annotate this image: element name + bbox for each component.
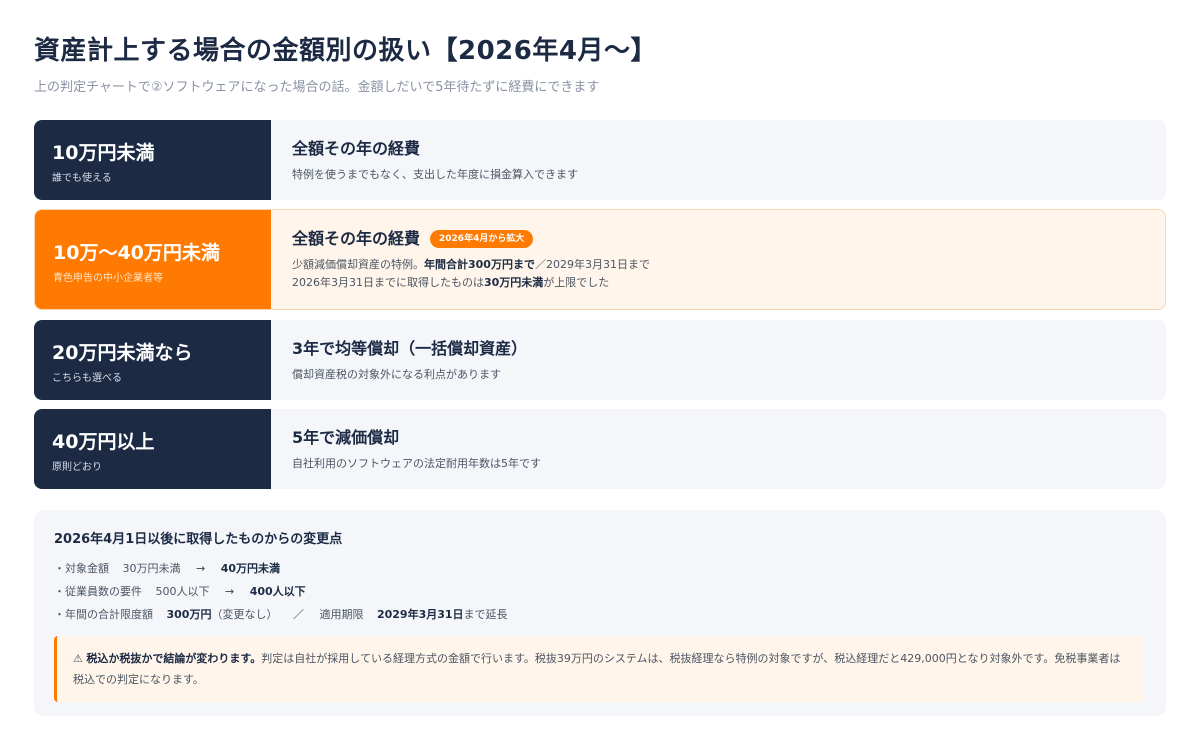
tier-description: 償却資産税の対象外になる利点があります xyxy=(292,368,501,381)
tier-heading: 5年で減価償却 xyxy=(292,428,400,447)
tier-detail-cell: 全額その年の経費 特例を使うまでもなく、支出した年度に損金算入できます xyxy=(271,120,578,200)
change-label: ・対象金額 xyxy=(54,562,109,575)
tier-row-10man-to-40man: 10万〜40万円未満 青色申告の中小企業者等 全額その年の経費 2026年4月か… xyxy=(34,209,1166,310)
warning-emphasis: 税込か税抜かで結論が変わります。 xyxy=(86,652,262,665)
change-label: ・年間の合計限度額 xyxy=(54,608,153,621)
tier-amount: 10万〜40万円未満 xyxy=(53,242,220,264)
tier-description-line-1: 少額減価償却資産の特例。年間合計300万円まで／2029年3月31日まで xyxy=(292,256,650,274)
page-subtitle: 上の判定チャートで②ソフトウェアになった場合の話。金額しだいで5年待たずに経費に… xyxy=(34,80,600,95)
changes-list: ・対象金額 30万円未満 → 40万円未満 ・従業員数の要件 500人以下 → … xyxy=(54,557,1146,626)
period-tail: まで延長 xyxy=(463,608,508,621)
period-label: 適用期限 xyxy=(319,608,364,621)
desc-text: 2026年3月31日までに取得したものは xyxy=(292,276,484,289)
change-label: ・従業員数の要件 xyxy=(54,585,142,598)
annual-limit: 年間合計300万円まで xyxy=(424,258,535,271)
warning-icon: ⚠ xyxy=(73,652,83,665)
change-new-value: 400人以下 xyxy=(249,585,306,598)
desc-text: が上限でした xyxy=(543,276,610,289)
tier-note: こちらも選べる xyxy=(52,373,122,384)
tier-detail-cell: 5年で減価償却 自社利用のソフトウェアの法定耐用年数は5年です xyxy=(271,409,541,489)
tier-note: 青色申告の中小企業者等 xyxy=(53,273,163,284)
tier-amount-cell: 10万〜40万円未満 青色申告の中小企業者等 xyxy=(35,210,271,309)
tier-note: 誰でも使える xyxy=(52,173,112,184)
period-value: 2029年3月31日 xyxy=(376,608,464,621)
arrow-icon: → xyxy=(225,585,235,598)
tier-description: 自社利用のソフトウェアの法定耐用年数は5年です xyxy=(292,457,541,470)
changes-title: 2026年4月1日以後に取得したものからの変更点 xyxy=(54,532,343,547)
tier-amount-cell: 10万円未満 誰でも使える xyxy=(34,120,271,200)
annual-limit-note: （変更なし） xyxy=(211,608,278,621)
tier-detail-cell: 全額その年の経費 2026年4月から拡大 少額減価償却資産の特例。年間合計300… xyxy=(271,210,650,309)
tier-row-under-10man: 10万円未満 誰でも使える 全額その年の経費 特例を使うまでもなく、支出した年度… xyxy=(34,120,1166,200)
tier-amount: 10万円未満 xyxy=(52,142,155,164)
page-title: 資産計上する場合の金額別の扱い【2026年4月〜】 xyxy=(34,36,657,66)
tier-note: 原則どおり xyxy=(52,462,102,473)
tier-description: 特例を使うまでもなく、支出した年度に損金算入できます xyxy=(292,168,578,181)
tax-warning-callout: ⚠ 税込か税抜かで結論が変わります。判定は自社が採用している経理方式の金額で行い… xyxy=(54,636,1144,702)
tier-heading: 全額その年の経費 xyxy=(292,139,421,158)
annual-limit-value: 300万円 xyxy=(166,608,212,621)
desc-text: ／2029年3月31日まで xyxy=(534,258,650,271)
tier-amount: 40万円以上 xyxy=(52,431,155,453)
tier-description: 少額減価償却資産の特例。年間合計300万円まで／2029年3月31日まで 202… xyxy=(292,256,650,292)
arrow-icon: → xyxy=(196,562,206,575)
tier-heading: 3年で均等償却（一括償却資産） xyxy=(292,339,528,358)
tier-detail-cell: 3年で均等償却（一括償却資産） 償却資産税の対象外になる利点があります xyxy=(271,320,527,400)
tier-row-40man-and-over: 40万円以上 原則どおり 5年で減価償却 自社利用のソフトウェアの法定耐用年数は… xyxy=(34,409,1166,489)
change-old-value: 30万円未満 xyxy=(122,562,181,575)
tier-amount-cell: 20万円未満なら こちらも選べる xyxy=(34,320,271,400)
change-new-value: 40万円未満 xyxy=(220,562,281,575)
tier-amount: 20万円未満なら xyxy=(52,342,193,364)
change-item-annual-limit: ・年間の合計限度額 300万円（変更なし） ／ 適用期限 2029年3月31日ま… xyxy=(54,603,1146,626)
tier-heading-wrap: 全額その年の経費 2026年4月から拡大 xyxy=(292,228,650,250)
changes-panel: 2026年4月1日以後に取得したものからの変更点 ・対象金額 30万円未満 → … xyxy=(34,510,1166,716)
desc-text: 少額減価償却資産の特例。 xyxy=(292,258,424,271)
change-item-employees: ・従業員数の要件 500人以下 → 400人以下 xyxy=(54,580,1146,603)
tier-description-line-2: 2026年3月31日までに取得したものは30万円未満が上限でした xyxy=(292,274,650,292)
change-item-amount: ・対象金額 30万円未満 → 40万円未満 xyxy=(54,557,1146,580)
previous-limit: 30万円未満 xyxy=(484,276,544,289)
tier-row-under-20man: 20万円未満なら こちらも選べる 3年で均等償却（一括償却資産） 償却資産税の対… xyxy=(34,320,1166,400)
expansion-badge: 2026年4月から拡大 xyxy=(430,230,534,248)
separator: ／ xyxy=(292,608,304,621)
tier-heading: 全額その年の経費 xyxy=(292,229,421,248)
change-old-value: 500人以下 xyxy=(155,585,210,598)
tier-amount-cell: 40万円以上 原則どおり xyxy=(34,409,271,489)
